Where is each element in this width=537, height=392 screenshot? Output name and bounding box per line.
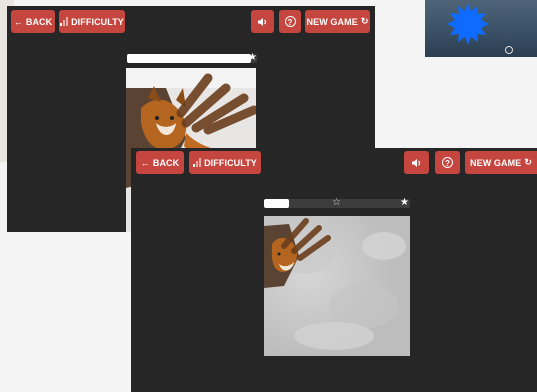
back-button[interactable]: ← BACK xyxy=(11,10,55,33)
sound-button[interactable] xyxy=(251,10,274,33)
refresh-icon: ↻ xyxy=(360,16,369,26)
difficulty-button[interactable]: DIFFICULTY xyxy=(189,151,261,174)
progress-fill xyxy=(127,54,251,63)
thumbnail-window xyxy=(425,0,537,57)
difficulty-label: DIFFICULTY xyxy=(204,157,257,168)
sound-button[interactable] xyxy=(404,151,429,174)
progress-bar: ☆ ★ xyxy=(264,197,410,208)
back-label: BACK xyxy=(25,16,53,27)
question-circle-icon: ? xyxy=(442,157,453,168)
refresh-icon: ↻ xyxy=(524,157,532,167)
game-window-front: ← BACK DIFFICULTY ? NEW GAME ↻ ☆ ★ xyxy=(131,148,537,392)
signal-bars-icon xyxy=(193,158,202,167)
speaker-icon xyxy=(411,158,422,168)
progress-fill xyxy=(264,199,289,208)
help-button[interactable]: ? xyxy=(435,151,460,174)
progress-bar: ★ xyxy=(127,52,257,63)
back-label: BACK xyxy=(152,157,180,168)
difficulty-button[interactable]: DIFFICULTY xyxy=(59,10,125,33)
difficulty-label: DIFFICULTY xyxy=(71,16,124,27)
arrow-left-icon: ← xyxy=(140,157,150,168)
new-game-label: NEW GAME xyxy=(470,157,522,168)
arrow-left-icon: ← xyxy=(13,16,23,27)
back-button[interactable]: ← BACK xyxy=(136,151,184,174)
puzzle-board[interactable] xyxy=(264,216,410,356)
new-game-button[interactable]: NEW GAME ↻ xyxy=(305,10,370,33)
speaker-icon xyxy=(257,17,268,27)
star-outline-icon: ☆ xyxy=(332,197,341,208)
puzzle-board-image xyxy=(264,216,410,356)
new-game-label: NEW GAME xyxy=(306,16,358,27)
blue-sun-icon xyxy=(447,3,489,45)
question-circle-icon: ? xyxy=(284,16,296,27)
star-icon: ★ xyxy=(248,52,257,63)
indicator-dot xyxy=(505,46,513,54)
new-game-button[interactable]: NEW GAME ↻ xyxy=(465,151,537,174)
signal-bars-icon xyxy=(60,17,69,26)
help-button[interactable]: ? xyxy=(279,10,301,33)
star-icon: ★ xyxy=(400,197,409,208)
